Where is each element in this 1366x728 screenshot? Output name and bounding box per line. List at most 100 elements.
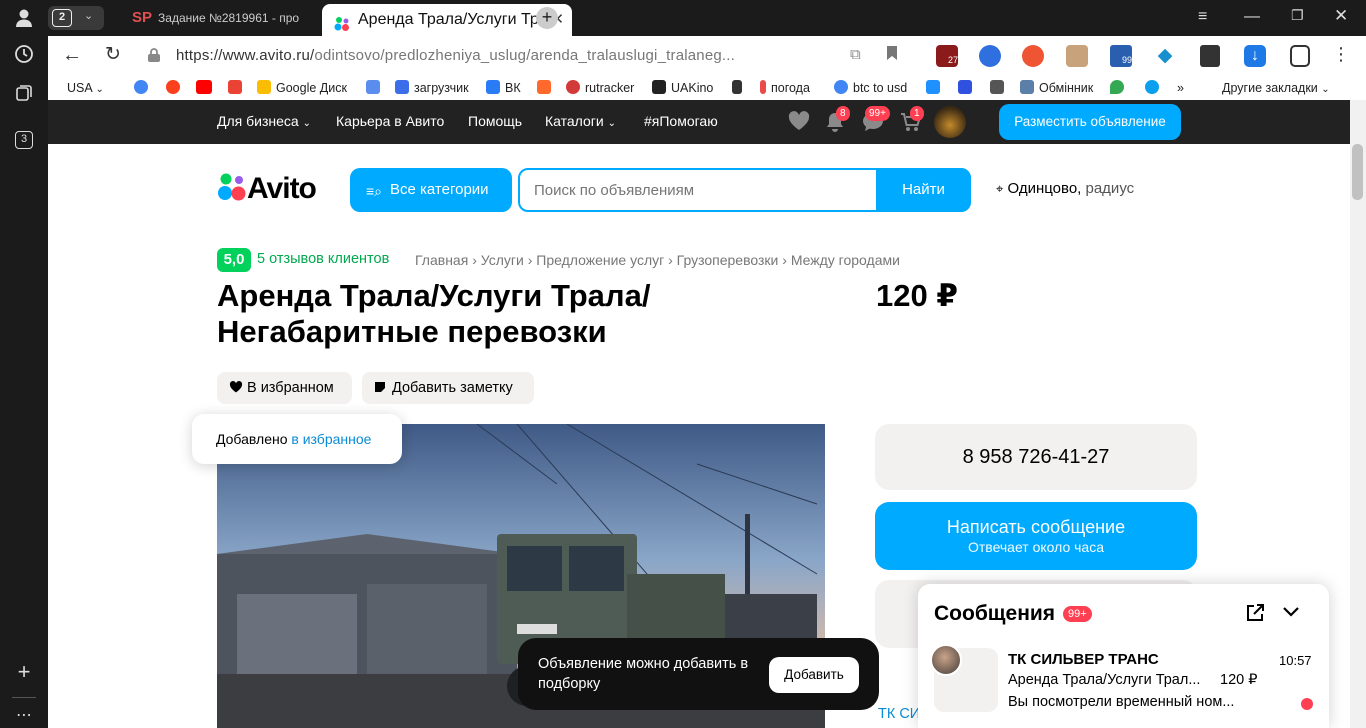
cart-icon[interactable]: 1 <box>900 106 924 138</box>
notifications-bell-icon[interactable]: 8 <box>826 106 850 137</box>
bookmark-item[interactable]: rutracker <box>566 78 634 98</box>
avito-logo[interactable]: Avito <box>217 172 317 205</box>
location-selector[interactable]: ⌖ Одинцово, радиус <box>996 178 1134 200</box>
bookmark-item[interactable]: USA ⌄ <box>67 78 104 98</box>
rail-divider <box>12 697 36 698</box>
collapse-chevron-icon[interactable] <box>1282 605 1300 624</box>
scrollbar-thumb[interactable] <box>1352 144 1363 200</box>
nav-help[interactable]: Помощь <box>468 100 522 144</box>
bookmark-item[interactable] <box>990 78 1009 98</box>
browser-side-rail: 3 + ⋯ <box>0 0 48 728</box>
chess-icon <box>732 80 742 94</box>
open-external-icon[interactable] <box>1245 603 1265 628</box>
tab-active[interactable]: Аренда Трала/Услуги Тр ✕ <box>322 4 572 36</box>
youtube-icon <box>196 80 212 94</box>
user-avatar[interactable] <box>934 106 966 138</box>
breadcrumb-separator: › <box>527 252 533 268</box>
minimize-icon[interactable]: — <box>1244 8 1260 26</box>
breadcrumb-item[interactable]: Главная <box>415 252 468 268</box>
bookmark-item[interactable] <box>926 78 945 98</box>
seller-name-link[interactable]: ТК СИ <box>878 706 920 722</box>
search-button[interactable]: Найти <box>876 168 971 212</box>
reviews-link[interactable]: 5 отзывов клиентов <box>257 251 389 267</box>
diamond-extension-icon[interactable]: ◆ <box>1154 45 1176 67</box>
add-to-collection-button[interactable]: Добавить <box>769 657 859 693</box>
add-panel-icon[interactable]: + <box>12 660 36 684</box>
extension-icon[interactable] <box>1022 45 1044 67</box>
download-icon[interactable]: ↓ <box>1244 45 1266 67</box>
all-categories-button[interactable]: ≡⌕ Все категории <box>350 168 512 212</box>
close-window-icon[interactable]: ✕ <box>1334 6 1348 26</box>
bookmark-item[interactable] <box>196 78 217 98</box>
nav-catalogs[interactable]: Каталоги ⌄ <box>545 100 616 144</box>
history-icon[interactable] <box>12 44 36 68</box>
copy-link-icon[interactable]: ⧉ <box>850 46 861 63</box>
restore-icon[interactable]: ❐ <box>1291 7 1304 24</box>
more-icon[interactable]: ⋯ <box>12 704 36 728</box>
tab-inactive[interactable]: SP Задание №2819961 - про <box>132 4 314 32</box>
favorites-link[interactable]: в избранное <box>291 431 371 447</box>
menu-icon[interactable]: ≡ <box>1198 8 1207 26</box>
chevron-down-icon: ⌄ <box>302 118 311 129</box>
phone-button[interactable]: 8 958 726-41-27 <box>875 424 1197 490</box>
profile-icon[interactable] <box>12 8 36 32</box>
address-bar-row: ← ↻ https://www.avito.ru/odintsovo/predl… <box>48 36 1366 76</box>
search-input[interactable] <box>534 170 874 210</box>
new-tab-button[interactable]: + <box>536 7 558 29</box>
nav-business[interactable]: Для бизнеса ⌄ <box>217 100 311 144</box>
write-message-button[interactable]: Написать сообщение Отвечает около часа <box>875 502 1197 570</box>
bookmark-item[interactable]: ВК <box>486 78 521 98</box>
bookmark-item[interactable]: UAKino <box>652 78 713 98</box>
collections-icon[interactable] <box>12 84 36 108</box>
bookmark-item[interactable]: загрузчик <box>395 78 469 98</box>
post-ad-button[interactable]: Разместить объявление <box>999 104 1181 140</box>
bookmark-item[interactable]: btc to usd <box>834 78 907 98</box>
back-icon[interactable]: ← <box>62 44 82 66</box>
extensions-menu-icon[interactable]: ⋮ <box>1332 44 1350 65</box>
categories-search-icon: ≡⌕ <box>366 183 383 199</box>
bookmark-item[interactable] <box>366 78 385 98</box>
bookmark-item[interactable]: Google Диск <box>257 78 347 98</box>
extension-icon[interactable]: 27 <box>936 45 958 67</box>
bookmark-item[interactable] <box>166 78 185 98</box>
bookmarks-overflow[interactable]: » <box>1177 78 1184 98</box>
extension-icon[interactable] <box>979 45 1001 67</box>
extension-icon[interactable]: 99 <box>1110 45 1132 67</box>
url-field[interactable]: https://www.avito.ru/odintsovo/predlozhe… <box>176 42 876 70</box>
favorites-heart-icon[interactable] <box>788 111 810 136</box>
lock-icon[interactable] <box>147 47 161 68</box>
breadcrumb-item[interactable]: Между городами <box>791 252 900 268</box>
breadcrumb-item[interactable]: Предложение услуг <box>536 252 664 268</box>
chat-list-item[interactable]: ТК СИЛЬВЕР ТРАНС 10:57 Аренда Трала/Услу… <box>918 640 1329 728</box>
breadcrumb-separator: › <box>472 252 477 268</box>
other-bookmarks[interactable]: Другие закладки ⌄ <box>1222 78 1330 98</box>
nav-career[interactable]: Карьера в Авито <box>336 100 444 144</box>
messages-icon[interactable]: 99+ <box>862 106 890 137</box>
bookmark-item[interactable]: Обмінник <box>1020 78 1093 98</box>
tab-group-button[interactable]: 2 ⌄ <box>48 6 104 30</box>
bookmark-item[interactable] <box>1110 78 1129 98</box>
bookmark-item[interactable] <box>1145 78 1164 98</box>
breadcrumb-item[interactable]: Услуги <box>481 252 524 268</box>
tab-counter-button[interactable]: 3 <box>12 124 36 149</box>
breadcrumb-item[interactable]: Грузоперевозки <box>677 252 779 268</box>
avito-logo-icon <box>218 173 246 201</box>
extension-icon[interactable] <box>1066 45 1088 67</box>
bookmark-item[interactable] <box>958 78 977 98</box>
google-icon <box>134 80 148 94</box>
seller-rating-badge: 5,0 <box>217 248 251 272</box>
reload-icon[interactable]: ↻ <box>105 44 121 66</box>
bookmark-item[interactable] <box>732 78 747 98</box>
favorite-button[interactable]: В избранном <box>217 372 352 404</box>
bookmark-item[interactable] <box>134 78 153 98</box>
add-note-button[interactable]: Добавить заметку <box>362 372 534 404</box>
bookmark-icon[interactable] <box>886 45 898 66</box>
translate-icon <box>366 80 380 94</box>
bookmark-item[interactable] <box>228 78 247 98</box>
cart-badge: 1 <box>910 106 924 121</box>
bookmark-item[interactable]: погода <box>760 78 810 98</box>
nav-help-campaign[interactable]: #яПомогаю <box>644 100 718 144</box>
bookmark-item[interactable] <box>537 78 556 98</box>
extension-icon[interactable] <box>1290 45 1310 67</box>
extension-icon[interactable] <box>1200 45 1220 67</box>
